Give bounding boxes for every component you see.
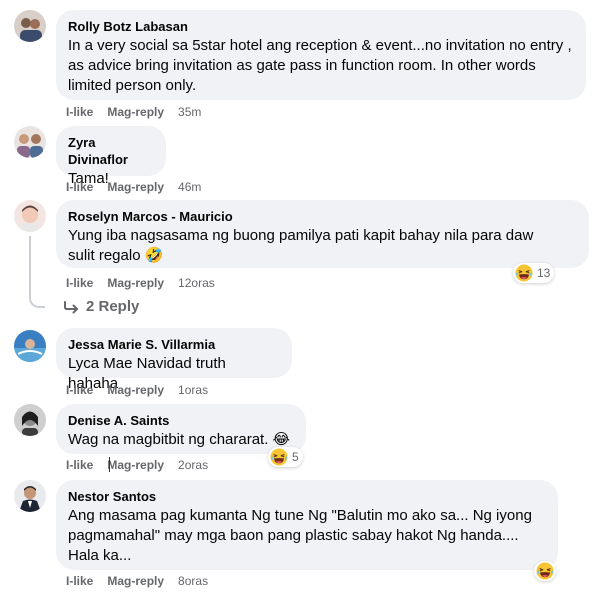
- comment-author[interactable]: Jessa Marie S. Villarmia: [68, 336, 280, 353]
- comment-bubble: Nestor Santos Ang masama pag kumanta Ng …: [56, 480, 558, 570]
- thread-line: [29, 236, 31, 294]
- thread-connector: [29, 294, 45, 308]
- reply-arrow-icon: [64, 300, 78, 313]
- laughing-emoji-icon: [270, 448, 288, 466]
- comment-bubble: Roselyn Marcos - Mauricio Yung iba nagsa…: [56, 200, 589, 268]
- comment-bubble: Rolly Botz Labasan In a very social sa 5…: [56, 10, 586, 100]
- avatar[interactable]: [14, 200, 46, 232]
- view-replies-label: 2 Reply: [86, 298, 140, 315]
- comment-author[interactable]: Denise A. Saints: [68, 412, 294, 429]
- comment-time[interactable]: 2oras: [178, 458, 208, 472]
- laughing-emoji-icon: [515, 264, 533, 282]
- avatar[interactable]: [14, 480, 46, 512]
- like-button[interactable]: I-like: [66, 105, 93, 119]
- like-button[interactable]: I-like: [66, 458, 93, 472]
- reaction-count: 5: [292, 450, 299, 464]
- avatar[interactable]: [14, 330, 46, 362]
- like-button[interactable]: I-like: [66, 276, 93, 290]
- avatar[interactable]: [14, 126, 46, 158]
- comment-time[interactable]: 12oras: [178, 276, 215, 290]
- comment-bubble: Zyra Divinaflor Tama!: [56, 126, 166, 187]
- reaction-summary[interactable]: [534, 561, 556, 581]
- text-cursor: [109, 457, 110, 472]
- reply-button[interactable]: Mag-reply: [107, 276, 164, 290]
- comment-time[interactable]: 1oras: [178, 383, 208, 397]
- reply-button[interactable]: Mag-reply: [107, 458, 164, 472]
- comment-actions: I-like Mag-reply 2oras: [66, 457, 208, 473]
- comment-text: In a very social sa 5star hotel ang rece…: [68, 37, 572, 94]
- comment-time[interactable]: 35m: [178, 105, 201, 119]
- comment-author[interactable]: Roselyn Marcos - Mauricio: [68, 208, 577, 225]
- comment-actions: I-like Mag-reply 46m: [66, 179, 201, 195]
- comment-text: Wag na magbitbit ng chararat. 😂: [68, 431, 291, 448]
- comment-time[interactable]: 46m: [178, 180, 201, 194]
- reaction-count: 13: [537, 266, 551, 280]
- comment-text: Ang masama pag kumanta Ng tune Ng "Balut…: [68, 507, 532, 564]
- like-button[interactable]: I-like: [66, 383, 93, 397]
- like-button[interactable]: I-like: [66, 574, 93, 588]
- comment-actions: I-like Mag-reply 8oras: [66, 573, 208, 589]
- comment-bubble: Denise A. Saints Wag na magbitbit ng cha…: [56, 404, 306, 454]
- reply-button[interactable]: Mag-reply: [107, 383, 164, 397]
- comment-author[interactable]: Zyra Divinaflor: [68, 134, 154, 168]
- reply-button[interactable]: Mag-reply: [107, 105, 164, 119]
- like-button[interactable]: I-like: [66, 180, 93, 194]
- comment-bubble: Jessa Marie S. Villarmia Lyca Mae Navida…: [56, 328, 292, 392]
- laughing-emoji-icon: [536, 562, 554, 580]
- avatar[interactable]: [14, 404, 46, 436]
- avatar[interactable]: [14, 10, 46, 42]
- comment-actions: I-like Mag-reply 12oras: [66, 275, 215, 291]
- comment-author[interactable]: Nestor Santos: [68, 488, 546, 505]
- reply-button[interactable]: Mag-reply: [107, 574, 164, 588]
- comment-text: Yung iba nagsasama ng buong pamilya pati…: [68, 227, 534, 264]
- reaction-summary[interactable]: 13: [513, 263, 555, 283]
- comment-actions: I-like Mag-reply 35m: [66, 104, 201, 120]
- view-replies-link[interactable]: 2 Reply: [64, 298, 139, 315]
- comment-time[interactable]: 8oras: [178, 574, 208, 588]
- reaction-summary[interactable]: 5: [268, 447, 303, 467]
- comment-actions: I-like Mag-reply 1oras: [66, 382, 208, 398]
- comment-author[interactable]: Rolly Botz Labasan: [68, 18, 574, 35]
- reply-button[interactable]: Mag-reply: [107, 180, 164, 194]
